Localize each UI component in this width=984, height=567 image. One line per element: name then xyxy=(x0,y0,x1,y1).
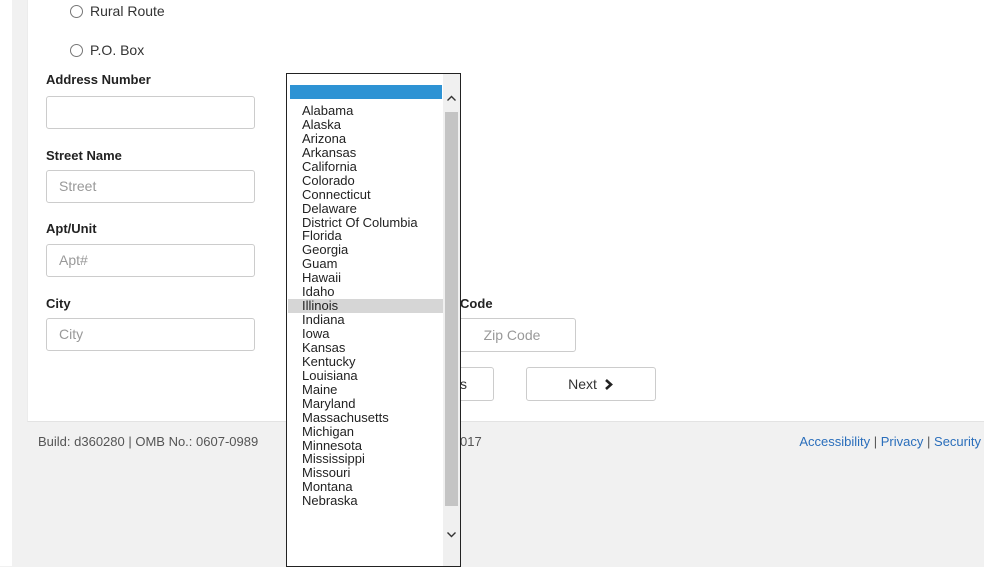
state-option[interactable]: District Of Columbia xyxy=(288,215,444,230)
radio-label: Rural Route xyxy=(90,3,165,19)
state-option[interactable]: Maine xyxy=(288,382,444,397)
state-option[interactable]: Minnesota xyxy=(288,438,444,453)
apt-unit-label: Apt/Unit xyxy=(46,221,97,236)
footer-separator: | xyxy=(873,434,878,449)
accessibility-link[interactable]: Accessibility xyxy=(799,434,870,449)
privacy-link[interactable]: Privacy xyxy=(881,434,924,449)
state-option[interactable]: California xyxy=(288,159,444,174)
state-option[interactable]: Montana xyxy=(288,480,444,494)
state-option[interactable]: Louisiana xyxy=(288,368,444,383)
footer-separator: | xyxy=(927,434,931,449)
dropdown-scrollbar[interactable] xyxy=(443,74,460,566)
page-left-margin xyxy=(0,0,12,566)
security-link[interactable]: Security xyxy=(934,434,981,449)
state-option[interactable]: Maryland xyxy=(288,396,444,411)
state-option-selected-blank[interactable] xyxy=(290,85,442,99)
build-number-text: Build: d360280 | OMB No.: 0607-0989 xyxy=(38,434,259,449)
street-name-label: Street Name xyxy=(46,148,122,163)
radio-button[interactable] xyxy=(70,43,83,57)
build-date-fragment: 017 xyxy=(460,434,482,449)
state-option[interactable]: Kansas xyxy=(288,340,444,355)
state-option[interactable]: Alaska xyxy=(288,117,444,132)
address-number-input[interactable] xyxy=(46,96,255,129)
state-option[interactable]: Georgia xyxy=(288,243,444,257)
state-option[interactable]: Illinois xyxy=(288,299,444,314)
address-number-label: Address Number xyxy=(46,72,151,87)
state-option[interactable]: Hawaii xyxy=(288,271,444,285)
radio-option-po-box[interactable]: P.O. Box xyxy=(70,42,144,58)
state-option[interactable]: Missouri xyxy=(288,466,444,480)
state-option[interactable]: Florida xyxy=(288,229,444,243)
radio-button[interactable] xyxy=(70,4,83,18)
zip-code-input[interactable]: Zip Code xyxy=(448,318,576,352)
city-label: City xyxy=(46,296,71,311)
footer-build-info: Build: d360280 | OMB No.: 0607-0989 017 xyxy=(38,434,482,449)
state-option[interactable]: Alabama xyxy=(288,104,444,118)
state-option[interactable]: Idaho xyxy=(288,285,444,299)
scrollbar-thumb[interactable] xyxy=(445,112,458,506)
previous-button-label: s xyxy=(460,376,467,392)
scroll-down-icon[interactable] xyxy=(446,529,457,540)
state-option[interactable]: Connecticut xyxy=(288,187,444,202)
street-name-input[interactable]: Street xyxy=(46,170,255,203)
radio-label: P.O. Box xyxy=(90,42,145,58)
state-option[interactable]: Mississippi xyxy=(288,452,444,466)
footer-links: Accessibility | Privacy | Security xyxy=(799,434,981,449)
next-button[interactable]: Next xyxy=(526,367,656,401)
state-option[interactable]: Arkansas xyxy=(288,145,444,160)
state-option[interactable]: Indiana xyxy=(288,313,444,327)
state-dropdown-list[interactable]: Alabama Alaska Arizona Arkansas California Co… xyxy=(286,73,461,567)
state-option[interactable]: Guam xyxy=(288,257,444,271)
state-option[interactable]: Delaware xyxy=(288,201,444,216)
state-options-list: Alabama Alaska Arizona Arkansas California Co… xyxy=(288,104,444,508)
chevron-right-icon xyxy=(604,379,613,390)
next-button-label: Next xyxy=(568,376,597,392)
city-input[interactable]: City xyxy=(46,318,255,351)
radio-option-rural-route[interactable]: Rural Route xyxy=(70,3,165,19)
state-option[interactable]: Colorado xyxy=(288,173,444,188)
state-option[interactable]: Iowa xyxy=(288,327,444,341)
state-option[interactable]: Nebraska xyxy=(288,494,444,508)
state-option[interactable]: Arizona xyxy=(288,131,444,146)
state-option[interactable]: Massachusetts xyxy=(288,410,444,425)
address-form-panel xyxy=(27,0,984,422)
apt-unit-input[interactable]: Apt# xyxy=(46,244,255,277)
state-option[interactable]: Kentucky xyxy=(288,354,444,369)
state-option[interactable]: Michigan xyxy=(288,424,444,439)
scroll-up-icon[interactable] xyxy=(446,93,457,104)
